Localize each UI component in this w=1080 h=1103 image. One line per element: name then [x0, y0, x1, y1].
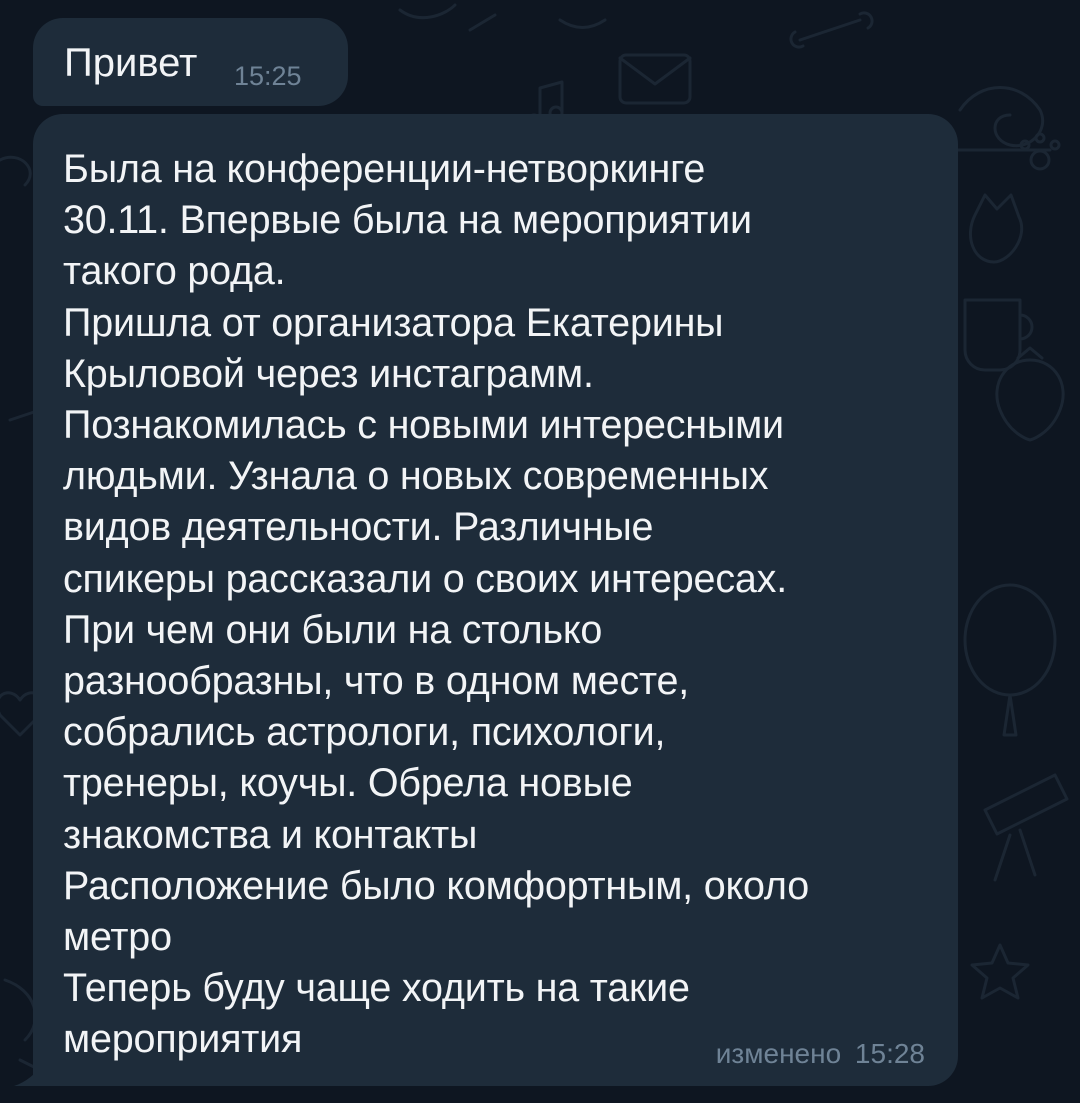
message-bubble-greeting[interactable]: Привет 15:25 — [33, 18, 348, 106]
edited-label: изменено — [715, 1038, 842, 1069]
strawberry-icon — [995, 346, 1065, 442]
message-meta: изменено 15:28 — [710, 1038, 925, 1070]
balloon-icon — [963, 583, 1057, 737]
bubble-tail — [14, 1062, 44, 1086]
message-text: Привет — [64, 41, 198, 85]
message-time: 15:25 — [234, 61, 302, 91]
bone-icon — [789, 11, 874, 49]
message-text: Была на конференции-нетворкинге 30.11. В… — [63, 147, 809, 1062]
cat-icon — [969, 193, 1024, 264]
message-bubble-review[interactable]: Была на конференции-нетворкинге 30.11. В… — [33, 114, 958, 1086]
envelope-icon — [618, 53, 692, 105]
star-icon — [970, 943, 1030, 1000]
telescope-icon — [983, 773, 1069, 882]
message-time: 15:28 — [854, 1038, 925, 1069]
